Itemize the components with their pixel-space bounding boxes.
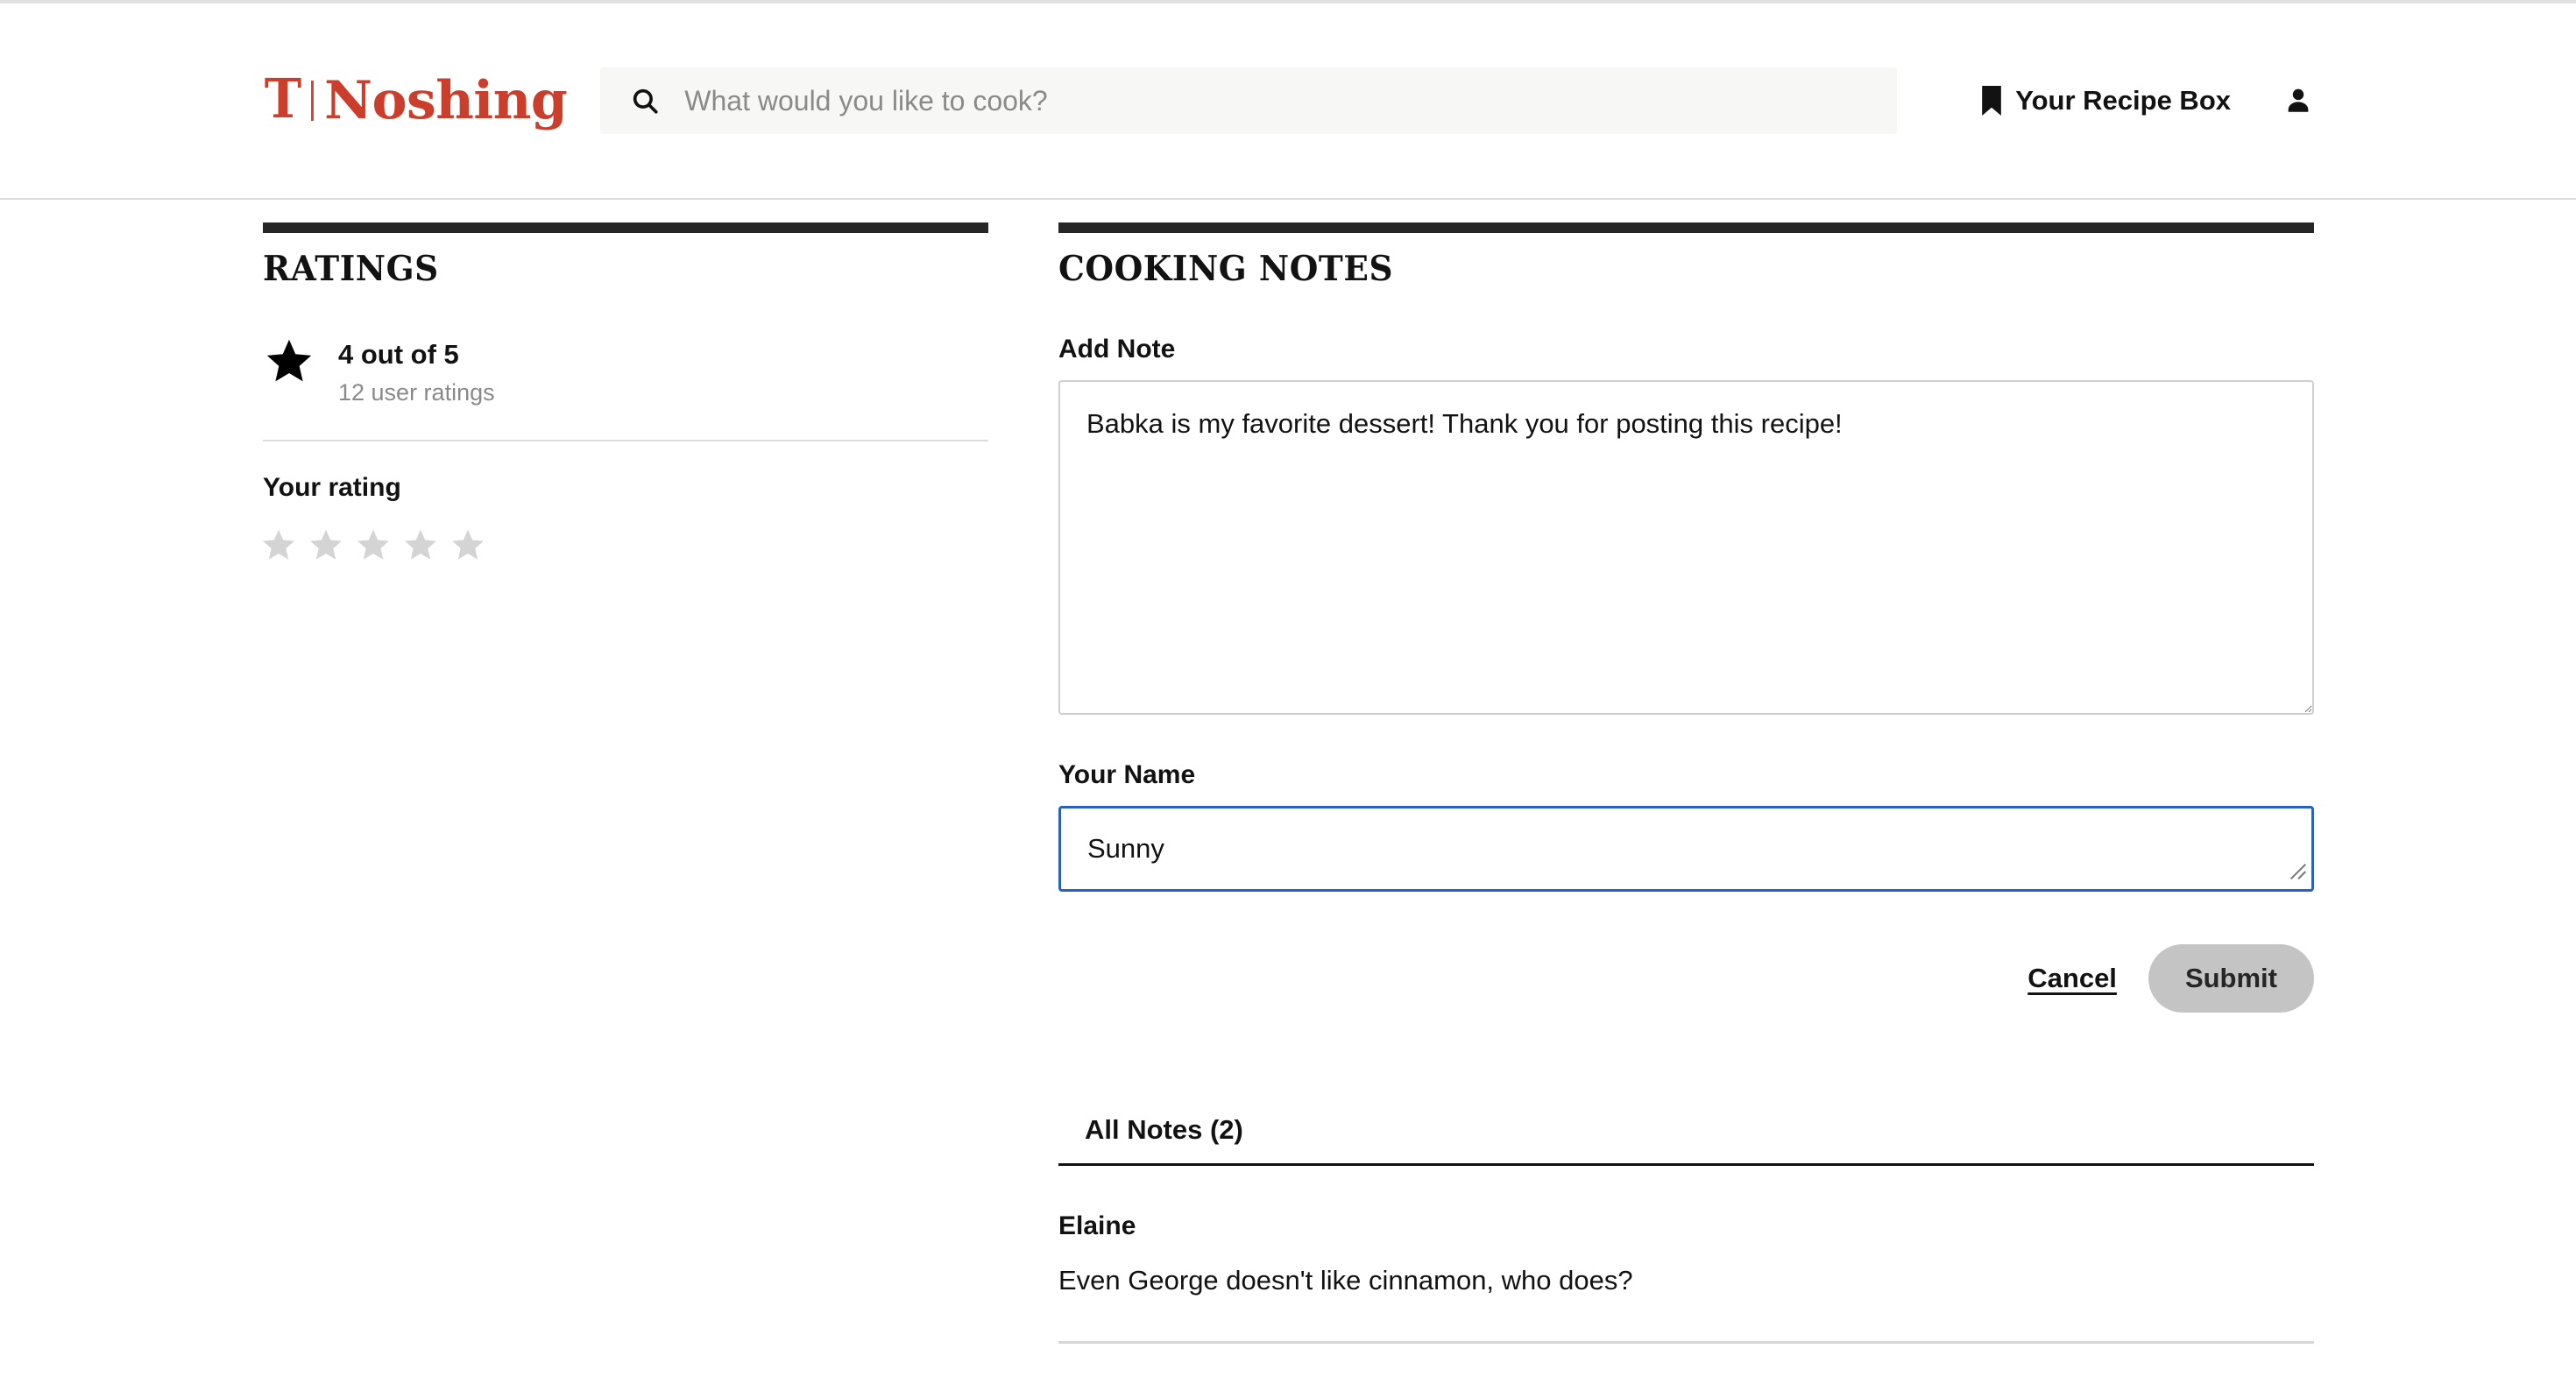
bookmark-icon — [1980, 86, 2003, 116]
logo-divider — [311, 81, 315, 121]
ratings-section: RATINGS 4 out of 5 12 user ratings Your … — [263, 222, 988, 1344]
add-note-textarea[interactable] — [1058, 380, 2314, 715]
search-icon — [630, 86, 660, 116]
note-list-item: Elaine Even George doesn't like cinnamon… — [1058, 1166, 2314, 1299]
header-actions: Your Recipe Box — [1980, 85, 2313, 117]
star-icon — [265, 336, 314, 390]
star-rating-4[interactable] — [401, 527, 440, 562]
star-rating-1[interactable] — [259, 527, 298, 562]
search-bar[interactable] — [600, 67, 1898, 134]
search-input[interactable] — [683, 83, 1868, 118]
site-logo[interactable]: T Noshing — [263, 67, 568, 131]
note-form-actions: Cancel Submit — [1058, 944, 2314, 1013]
cooking-notes-section-rule — [1058, 222, 2314, 233]
cancel-button[interactable]: Cancel — [2026, 957, 2119, 999]
rating-count: 12 user ratings — [338, 379, 495, 406]
star-rating-5[interactable] — [449, 527, 487, 562]
ratings-section-title: RATINGS — [263, 249, 439, 289]
ratings-divider — [263, 439, 988, 441]
rating-average: 4 out of 5 — [338, 339, 459, 370]
your-rating-label: Your rating — [263, 472, 401, 502]
note-body: Even George doesn't like cinnamon, who d… — [1058, 1265, 1633, 1296]
notes-tablist: All Notes (2) — [1058, 1114, 2314, 1166]
note-divider — [1058, 1340, 2314, 1344]
recipe-box-label: Your Recipe Box — [2015, 85, 2231, 116]
recipe-box-link[interactable]: Your Recipe Box — [1980, 85, 2231, 117]
account-icon[interactable] — [2283, 86, 2313, 116]
your-name-input[interactable] — [1058, 806, 2314, 892]
site-name: Noshing — [324, 70, 568, 131]
add-note-label: Add Note — [1058, 335, 1176, 364]
star-rating-2[interactable] — [307, 527, 345, 562]
rating-summary: 4 out of 5 12 user ratings — [263, 335, 988, 406]
your-name-label: Your Name — [1058, 760, 1196, 789]
main-content: RATINGS 4 out of 5 12 user ratings Your … — [0, 201, 2576, 1391]
nyt-t-logo-icon: T — [264, 67, 301, 131]
ratings-section-rule — [263, 222, 988, 233]
cooking-notes-section: COOKING NOTES Add Note Your Name Cancel … — [1058, 222, 2314, 1344]
tab-all-notes[interactable]: All Notes (2) — [1058, 1114, 1264, 1163]
submit-button[interactable]: Submit — [2148, 944, 2314, 1013]
note-author: Elaine — [1058, 1211, 1136, 1240]
cooking-notes-section-title: COOKING NOTES — [1058, 249, 1394, 289]
site-header: T Noshing Your Recipe Box — [0, 4, 2576, 200]
star-rating-picker[interactable] — [259, 527, 988, 562]
star-rating-3[interactable] — [354, 527, 393, 562]
